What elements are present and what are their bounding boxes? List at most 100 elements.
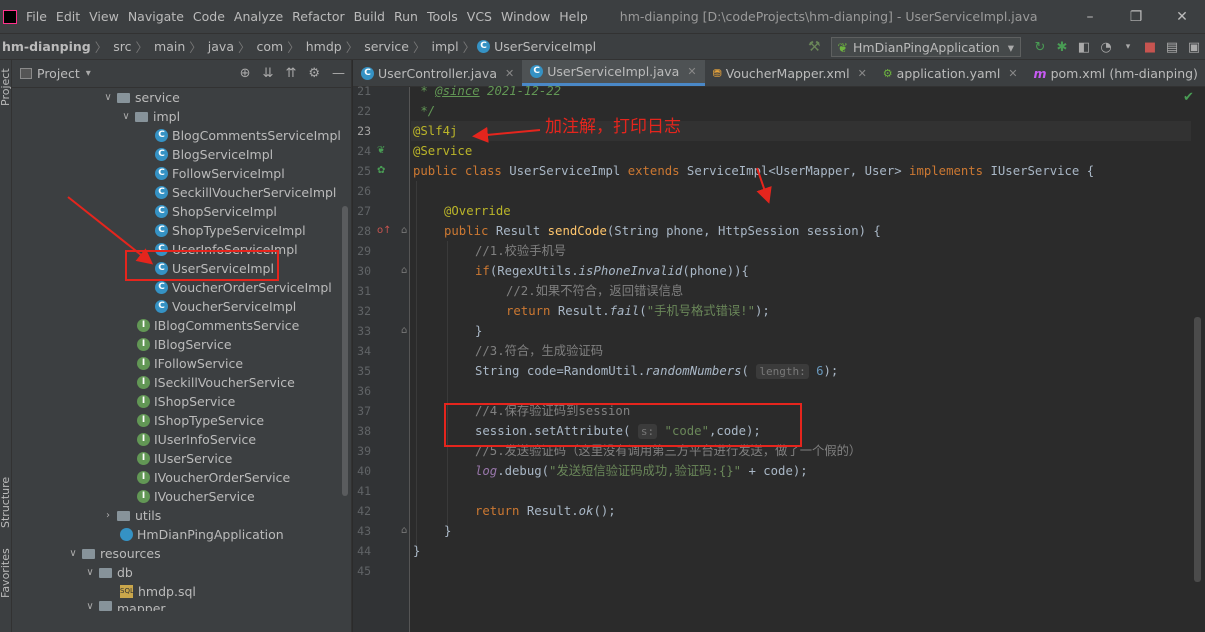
fold-icon[interactable]: ⌂: [401, 321, 407, 341]
editor-scrollbar-thumb[interactable]: [1194, 317, 1201, 582]
tab-application-yaml[interactable]: ⚙ application.yaml ✕: [875, 60, 1026, 86]
maximize-button[interactable]: ❐: [1113, 9, 1159, 25]
line-number: 44: [357, 544, 371, 558]
tree-node-interface[interactable]: I IVoucherService: [137, 487, 255, 506]
editor-scrollbar[interactable]: [1191, 87, 1205, 632]
code-editor[interactable]: * @since 2021-12-22 */ @Slf4j @Service p…: [411, 84, 1191, 632]
spring-bean-icon[interactable]: ✿: [377, 161, 385, 181]
menu-run[interactable]: Run: [391, 9, 424, 24]
menu-tools[interactable]: Tools: [424, 9, 464, 24]
tree-node-class[interactable]: C FollowServiceImpl: [155, 164, 285, 183]
tree-node-class[interactable]: C BlogServiceImpl: [155, 145, 273, 164]
menu-navigate[interactable]: Navigate: [125, 9, 190, 24]
favorites-tool-tab[interactable]: Favorites: [0, 548, 12, 598]
menu-vcs[interactable]: VCS: [464, 9, 498, 24]
breadcrumb-com[interactable]: com: [253, 39, 286, 54]
view-dropdown-icon[interactable]: ▾: [86, 68, 91, 79]
tree-node-class[interactable]: C SeckillVoucherServiceImpl: [155, 183, 336, 202]
tree-node-sql[interactable]: SQL hmdp.sql: [120, 582, 196, 601]
tree-node-application[interactable]: HmDianPingApplication: [120, 525, 284, 544]
tree-node-mapper[interactable]: ∨ mapper: [84, 601, 166, 611]
window-title: hm-dianping [D:\codeProjects\hm-dianping…: [619, 9, 1038, 24]
run-configuration-select[interactable]: ❦ HmDianPingApplication ▾: [830, 37, 1021, 57]
breadcrumb-src[interactable]: src: [109, 39, 133, 54]
tree-node-utils[interactable]: › utils: [102, 506, 161, 525]
close-tab-icon[interactable]: ✕: [858, 67, 867, 80]
tree-node-class[interactable]: C ShopServiceImpl: [155, 202, 277, 221]
line-number: 21: [357, 84, 371, 98]
more-run-icon[interactable]: ▾: [1117, 42, 1139, 52]
profile-icon[interactable]: ◔: [1095, 40, 1117, 55]
menu-file[interactable]: File: [23, 9, 53, 24]
menu-analyze[interactable]: Analyze: [231, 9, 289, 24]
project-panel-title[interactable]: Project: [37, 66, 80, 81]
menu-view[interactable]: View: [86, 9, 125, 24]
project-scrollbar[interactable]: [342, 206, 348, 496]
menu-code[interactable]: Code: [190, 9, 231, 24]
chevron-down-icon[interactable]: ∨: [84, 567, 96, 578]
tree-node-db[interactable]: ∨ db: [84, 563, 133, 582]
tree-node-interface[interactable]: I IFollowService: [137, 354, 243, 373]
tree-node-interface[interactable]: I IVoucherOrderService: [137, 468, 290, 487]
tree-node-interface[interactable]: I IUserService: [137, 449, 232, 468]
tree-node-interface[interactable]: I IBlogService: [137, 335, 232, 354]
settings-gear-icon[interactable]: ⚙: [308, 66, 320, 81]
breadcrumb-hmdp[interactable]: hmdp: [302, 39, 344, 54]
hide-panel-icon[interactable]: —: [332, 66, 345, 81]
tree-node-interface[interactable]: I IBlogCommentsService: [137, 316, 299, 335]
coverage-icon[interactable]: ◧: [1073, 40, 1095, 55]
build-hammer-icon[interactable]: ⚒: [808, 39, 821, 55]
close-tab-icon[interactable]: ✕: [505, 67, 514, 80]
chevron-right-icon[interactable]: ›: [102, 510, 114, 521]
tree-node-service[interactable]: ∨ service: [102, 88, 179, 107]
close-window-button[interactable]: ✕: [1159, 9, 1205, 25]
fold-icon[interactable]: ⌂: [401, 261, 407, 281]
chevron-down-icon[interactable]: ∨: [102, 92, 114, 103]
tree-node-resources[interactable]: ∨ resources: [67, 544, 160, 563]
tab-pom-xml[interactable]: mpom.xml (hm-dianping)✕: [1026, 60, 1205, 86]
chevron-down-icon[interactable]: ∨: [120, 111, 132, 122]
breadcrumb-file[interactable]: UserServiceImpl: [494, 39, 598, 54]
collapse-all-icon[interactable]: ⇈: [285, 66, 296, 81]
menu-refactor[interactable]: Refactor: [289, 9, 350, 24]
expand-all-icon[interactable]: ⇊: [263, 66, 274, 81]
menu-window[interactable]: Window: [498, 9, 556, 24]
menu-edit[interactable]: Edit: [53, 9, 86, 24]
close-tab-icon[interactable]: ✕: [687, 65, 696, 78]
project-tool-tab[interactable]: Project: [0, 68, 12, 106]
tab-voucher-mapper[interactable]: ⛃ VoucherMapper.xml ✕: [705, 60, 875, 86]
tree-node-impl[interactable]: ∨ impl: [120, 107, 180, 126]
fold-icon[interactable]: ⌂: [401, 221, 407, 241]
dropdown-arrow-icon: ▾: [1007, 39, 1014, 55]
breadcrumb-main[interactable]: main: [150, 39, 187, 54]
override-method-icon[interactable]: o↑: [377, 221, 392, 241]
tree-node-interface[interactable]: I IShopTypeService: [137, 411, 264, 430]
structure-tool-tab[interactable]: Structure: [0, 477, 12, 528]
fold-icon[interactable]: ⌂: [401, 521, 407, 541]
terminal-icon[interactable]: ▣: [1183, 40, 1205, 55]
tree-node-interface[interactable]: I IUserInfoService: [137, 430, 256, 449]
editor-gutter[interactable]: 21 22 23 24 25 26 27 28 29 30 31 32 33 3…: [353, 84, 410, 632]
locate-icon[interactable]: ⊕: [240, 66, 251, 81]
menu-help[interactable]: Help: [556, 9, 594, 24]
inspection-ok-icon[interactable]: ✔: [1183, 90, 1194, 105]
project-structure-icon[interactable]: ▤: [1161, 40, 1183, 55]
debug-icon[interactable]: ✱: [1051, 40, 1073, 55]
chevron-down-icon[interactable]: ∨: [84, 601, 96, 611]
bean-icon[interactable]: ❦: [377, 141, 385, 161]
breadcrumb-java[interactable]: java: [204, 39, 236, 54]
close-tab-icon[interactable]: ✕: [1008, 67, 1017, 80]
breadcrumb-project[interactable]: hm-dianping: [0, 39, 93, 54]
breadcrumb-service[interactable]: service: [360, 39, 411, 54]
tree-node-class[interactable]: C ShopTypeServiceImpl: [155, 221, 306, 240]
minimize-button[interactable]: –: [1067, 9, 1113, 25]
tree-node-interface[interactable]: I IShopService: [137, 392, 235, 411]
rerun-icon[interactable]: ↻: [1029, 40, 1051, 55]
tree-node-class[interactable]: C BlogCommentsServiceImpl: [155, 126, 341, 145]
stop-icon[interactable]: ■: [1139, 40, 1161, 55]
menu-build[interactable]: Build: [351, 9, 391, 24]
tree-node-class[interactable]: C VoucherServiceImpl: [155, 297, 296, 316]
chevron-down-icon[interactable]: ∨: [67, 548, 79, 559]
tree-node-interface[interactable]: I ISeckillVoucherService: [137, 373, 295, 392]
breadcrumb-impl[interactable]: impl: [428, 39, 461, 54]
